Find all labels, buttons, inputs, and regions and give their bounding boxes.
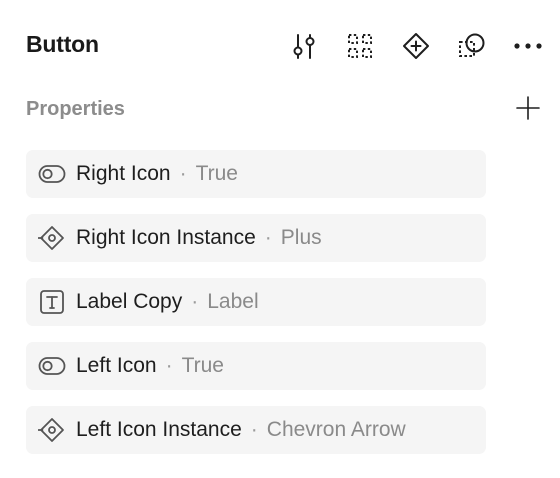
text-icon <box>38 288 66 316</box>
swap-button[interactable] <box>452 26 492 66</box>
property-separator: · <box>165 354 173 377</box>
component-button[interactable] <box>396 26 436 66</box>
more-options-button[interactable] <box>508 26 548 66</box>
plus-icon <box>515 95 541 126</box>
component-instance-icon <box>402 32 430 60</box>
properties-header: Properties <box>26 92 546 128</box>
property-separator: · <box>179 162 187 185</box>
property-name: Right Icon <box>76 162 171 185</box>
property-value: Label <box>207 290 259 313</box>
boolean-toggle-icon <box>38 352 66 380</box>
adjust-icon <box>291 32 317 60</box>
property-separator: · <box>264 226 272 249</box>
property-name: Label Copy <box>76 290 183 313</box>
property-separator: · <box>191 290 199 313</box>
property-value: True <box>181 354 224 377</box>
swap-shape-icon <box>458 32 486 60</box>
property-list: Right Icon · True Right Icon Instance · … <box>26 150 486 470</box>
property-name: Left Icon <box>76 354 157 377</box>
instance-swap-icon <box>38 416 66 444</box>
property-value: Plus <box>280 226 322 249</box>
adjust-button[interactable] <box>284 26 324 66</box>
instance-swap-icon <box>38 224 66 252</box>
property-row-left-icon[interactable]: Left Icon · True <box>26 342 486 390</box>
property-row-right-icon[interactable]: Right Icon · True <box>26 150 486 198</box>
boolean-toggle-icon <box>38 160 66 188</box>
properties-title: Properties <box>26 98 125 120</box>
property-value: True <box>195 162 238 185</box>
more-icon <box>513 42 543 50</box>
property-name: Left Icon Instance <box>76 418 242 441</box>
toolbar <box>284 26 548 66</box>
panel-title: Button <box>26 31 99 57</box>
property-row-right-icon-instance[interactable]: Right Icon Instance · Plus <box>26 214 486 262</box>
add-property-button[interactable] <box>510 92 546 128</box>
panel-header: Button <box>26 26 546 66</box>
property-separator: · <box>250 418 258 441</box>
property-row-left-icon-instance[interactable]: Left Icon Instance · Chevron Arrow <box>26 406 486 454</box>
grid-button[interactable] <box>340 26 380 66</box>
grid-dots-icon <box>347 33 373 59</box>
property-name: Right Icon Instance <box>76 226 256 249</box>
property-row-label-copy[interactable]: Label Copy · Label <box>26 278 486 326</box>
property-value: Chevron Arrow <box>266 418 406 441</box>
